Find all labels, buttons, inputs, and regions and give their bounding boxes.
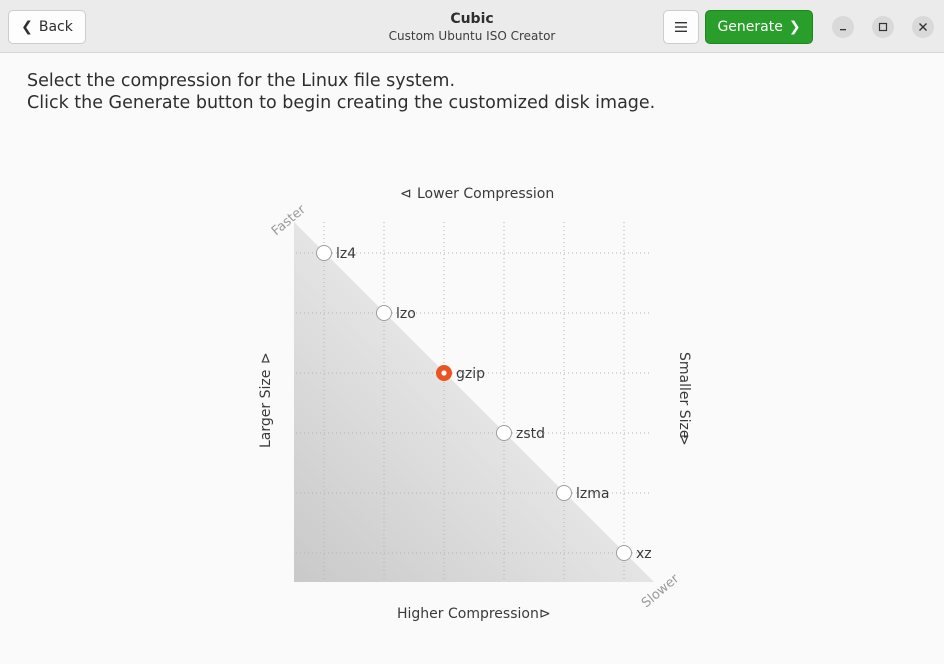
radio-button[interactable] (556, 485, 572, 501)
compression-option-zstd[interactable]: zstd (496, 425, 546, 443)
compression-option-lz4[interactable]: lz4 (316, 245, 357, 263)
compression-triangle (294, 222, 654, 582)
compression-option-lzma[interactable]: lzma (556, 485, 610, 503)
compression-option-gzip[interactable]: gzip (436, 365, 486, 383)
option-label: xz (636, 546, 652, 562)
top-axis-arrow-icon: ⊲ (400, 186, 412, 202)
right-axis-arrow-icon: ⊳ (676, 434, 692, 446)
radio-button[interactable] (496, 425, 512, 441)
radio-button[interactable] (316, 245, 332, 261)
radio-button[interactable] (616, 545, 632, 561)
left-axis-label: Larger Size (258, 370, 274, 448)
option-label: lz4 (336, 246, 356, 262)
compression-option-xz[interactable]: xz (616, 545, 652, 563)
compression-chart: lz4 lzo gzip zstd lzma xz ⊲ Lower Compression… (258, 186, 692, 622)
right-axis-label: Smaller Size (676, 352, 692, 438)
option-label: gzip (456, 366, 485, 382)
option-label: lzo (396, 306, 416, 322)
bottom-axis-label: Higher Compression (397, 606, 539, 622)
bottom-axis-arrow-icon: ⊳ (539, 606, 551, 622)
left-axis-arrow-icon: ⊳ (258, 352, 274, 364)
radio-selected-dot (441, 370, 447, 376)
option-label: lzma (576, 486, 609, 502)
compression-option-lzo[interactable]: lzo (376, 305, 416, 323)
top-axis-label: Lower Compression (417, 186, 554, 202)
radio-button[interactable] (376, 305, 392, 321)
option-label: zstd (516, 426, 545, 442)
